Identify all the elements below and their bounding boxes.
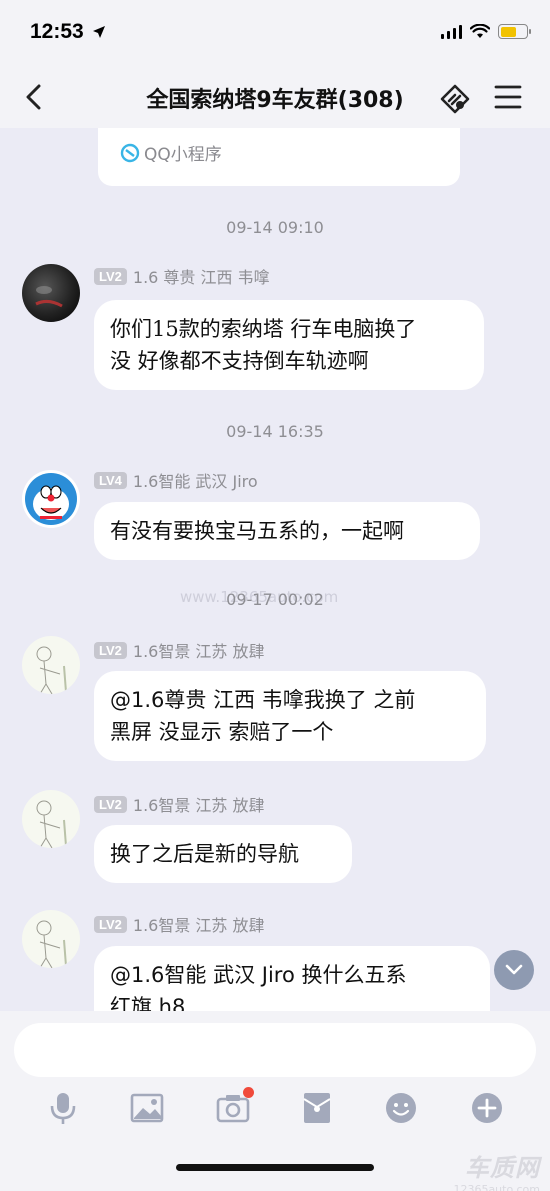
- location-arrow-icon: [93, 26, 105, 38]
- group-link-icon[interactable]: [438, 82, 472, 116]
- timestamp: 09-17 00:02: [226, 590, 324, 609]
- avatar-image: [25, 473, 77, 525]
- brand-name: 车质网: [465, 1154, 540, 1182]
- message-bubble[interactable]: 换了之后是新的导航: [94, 825, 352, 883]
- more-button[interactable]: [470, 1091, 504, 1125]
- avatar[interactable]: [22, 910, 80, 968]
- sender-name: 1.6智景 江苏 放肆: [132, 796, 265, 815]
- timestamp: 09-14 16:35: [226, 422, 324, 441]
- avatar-image: [36, 920, 67, 968]
- red-packet-icon: [303, 1093, 331, 1123]
- mini-program-card[interactable]: QQ小程序: [98, 128, 460, 186]
- mini-program-icon: [120, 143, 140, 163]
- level-badge: LV2: [94, 641, 127, 659]
- notification-dot: [243, 1087, 254, 1098]
- camera-button[interactable]: [216, 1087, 254, 1125]
- message-bubble[interactable]: 有没有要换宝马五系的，一起啊: [94, 502, 480, 560]
- avatar-image: [36, 646, 67, 694]
- sender-name: 1.6 尊贵 江西 韦嗱: [132, 268, 270, 287]
- message-line: 没 好像都不支持倒车轨迹啊: [110, 349, 369, 373]
- menu-icon[interactable]: [494, 84, 522, 110]
- avatar[interactable]: [22, 790, 80, 848]
- message-line: @1.6尊贵 江西 韦嗱我换了 之前: [110, 688, 416, 712]
- chevron-down-icon: [505, 964, 523, 975]
- level-badge: LV2: [94, 795, 127, 813]
- avatar[interactable]: [22, 264, 80, 322]
- message-input[interactable]: [14, 1023, 536, 1077]
- image-button[interactable]: [130, 1091, 164, 1125]
- avatar-image: [36, 800, 67, 848]
- emoji-button[interactable]: [384, 1091, 418, 1125]
- scroll-to-bottom-button[interactable]: [494, 950, 534, 990]
- battery-icon: [498, 24, 531, 39]
- message-line: 红旗 h8: [110, 995, 186, 1011]
- sender-meta: LV2 1.6 尊贵 江西 韦嗱: [94, 264, 270, 288]
- avatar[interactable]: [22, 470, 80, 528]
- camera-icon: [216, 1095, 250, 1123]
- mini-program-label: QQ小程序: [120, 140, 222, 165]
- sender-meta: LV2 1.6智景 江苏 放肆: [94, 638, 265, 662]
- message-line: @1.6智能 武汉 Jiro 换什么五系: [110, 963, 407, 987]
- sender-name: 1.6智景 江苏 放肆: [132, 916, 265, 935]
- sender-name: 1.6智能 武汉 Jiro: [132, 472, 258, 491]
- signal-icon: [441, 24, 462, 39]
- avatar-image: [35, 286, 63, 308]
- avatar[interactable]: [22, 636, 80, 694]
- status-time: 12:53: [30, 20, 84, 43]
- chat-messages[interactable]: QQ小程序 09-14 09:10 LV2 1.6 尊贵 江西 韦嗱 你们15款…: [0, 128, 550, 1011]
- message-line: 换了之后是新的导航: [110, 842, 299, 866]
- red-packet-button[interactable]: [300, 1091, 334, 1125]
- sender-meta: LV4 1.6智能 武汉 Jiro: [94, 468, 258, 492]
- status-bar: 12:53: [0, 0, 550, 68]
- sender-meta: LV2 1.6智景 江苏 放肆: [94, 792, 265, 816]
- message-bubble[interactable]: @1.6尊贵 江西 韦嗱我换了 之前 黑屏 没显示 索赔了一个: [94, 671, 486, 761]
- image-icon: [130, 1093, 164, 1123]
- level-badge: LV4: [94, 471, 127, 489]
- message-bubble[interactable]: @1.6智能 武汉 Jiro 换什么五系 红旗 h8: [94, 946, 490, 1011]
- home-indicator: [176, 1164, 374, 1171]
- message-line: 黑屏 没显示 索赔了一个: [110, 720, 334, 744]
- chat-header: 全国索纳塔9车友群(308): [0, 68, 550, 128]
- brand-url: 12365auto.com: [453, 1183, 540, 1191]
- level-badge: LV2: [94, 915, 127, 933]
- sender-meta: LV2 1.6智景 江苏 放肆: [94, 912, 265, 936]
- brand-logo: 车质网 12365auto.com: [453, 1148, 540, 1191]
- plus-icon: [472, 1093, 502, 1123]
- timestamp: 09-14 09:10: [226, 218, 324, 237]
- message-line: 你们15款的索纳塔 行车电脑换了: [110, 317, 417, 341]
- sender-name: 1.6智景 江苏 放肆: [132, 642, 265, 661]
- message-bubble[interactable]: 你们15款的索纳塔 行车电脑换了 没 好像都不支持倒车轨迹啊: [94, 300, 484, 390]
- microphone-button[interactable]: [46, 1091, 80, 1125]
- level-badge: LV2: [94, 267, 127, 285]
- microphone-icon: [50, 1093, 76, 1124]
- input-toolbar: [0, 1087, 550, 1131]
- message-line: 有没有要换宝马五系的，一起啊: [110, 519, 404, 543]
- emoji-icon: [386, 1093, 416, 1123]
- status-icons: [441, 24, 531, 39]
- wifi-icon: [470, 24, 490, 38]
